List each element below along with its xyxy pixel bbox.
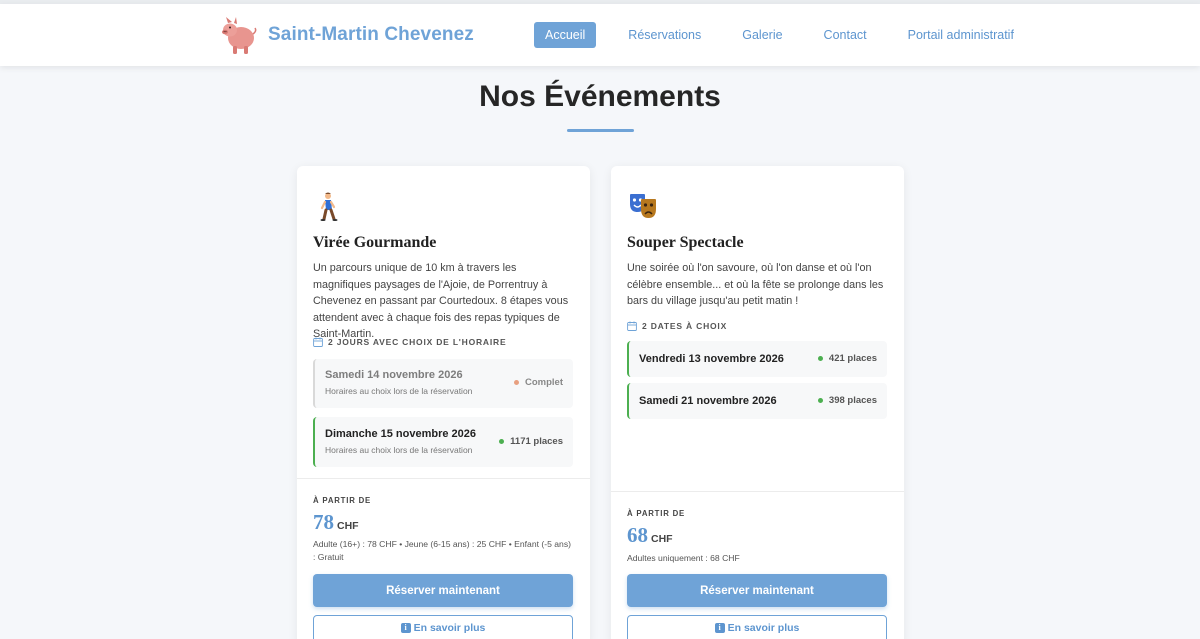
availability-text: 1171 places	[510, 436, 563, 447]
title-underline	[567, 129, 634, 132]
price-detail: Adulte (16+) : 78 CHF • Jeune (6-15 ans)…	[313, 539, 571, 562]
availability-text: Complet	[525, 377, 563, 388]
theater-masks-icon	[630, 194, 656, 218]
nav-contact[interactable]: Contact	[814, 22, 877, 48]
event-description: Une soirée où l'on savoure, où l'on dans…	[627, 262, 884, 307]
date-option-dimanche-15[interactable]: Dimanche 15 novembre 2026 Horaires au ch…	[313, 417, 573, 467]
book-now-button[interactable]: Réserver maintenant	[627, 574, 887, 607]
learn-more-label: En savoir plus	[727, 621, 800, 634]
from-label: À PARTIR DE	[313, 496, 372, 505]
from-label: À PARTIR DE	[627, 509, 686, 518]
walking-person-icon	[320, 192, 338, 221]
dates-label-text: 2 dates à choix	[642, 321, 728, 331]
price: 68 CHF	[627, 523, 673, 548]
nav-portail-administratif[interactable]: Portail administratif	[898, 22, 1024, 48]
calendar-icon	[313, 337, 323, 347]
price: 78 CHF	[313, 510, 359, 535]
learn-more-button[interactable]: i En savoir plus	[627, 615, 887, 639]
event-card-souper-spectacle: Souper Spectacle Une soirée où l'on savo…	[611, 166, 904, 639]
learn-more-button[interactable]: i En savoir plus	[313, 615, 573, 639]
nav-accueil[interactable]: Accueil	[534, 22, 597, 48]
date-option-vendredi-13[interactable]: Vendredi 13 novembre 2026 421 places	[627, 341, 887, 377]
availability-text: 421 places	[828, 353, 877, 364]
price-amount: 68	[627, 523, 648, 547]
site-header: Saint-Martin Chevenez Accueil Réservatio…	[0, 4, 1200, 66]
price-currency: CHF	[651, 533, 673, 545]
status-dot	[817, 398, 823, 403]
event-title: Souper Spectacle	[627, 234, 744, 251]
price-amount: 78	[313, 510, 334, 534]
availability-badge: 398 places	[817, 395, 877, 406]
dates-label-text: 2 jours avec choix de l'horaire	[328, 337, 507, 347]
info-icon: i	[400, 622, 411, 633]
main-nav: Accueil Réservations Galerie Contact Por…	[534, 22, 1045, 48]
event-title: Virée Gourmande	[313, 234, 437, 251]
event-description: Un parcours unique de 10 km à travers le…	[313, 262, 569, 340]
price-currency: CHF	[337, 520, 359, 532]
dates-label: 2 dates à choix	[627, 321, 727, 331]
card-divider	[297, 478, 590, 479]
calendar-icon	[627, 321, 637, 331]
brand-name: Saint-Martin Chevenez	[268, 24, 474, 45]
dates-label: 2 jours avec choix de l'horaire	[313, 337, 506, 347]
availability-badge: 1171 places	[499, 436, 563, 447]
pig-logo-icon	[222, 17, 257, 54]
date-option-samedi-14[interactable]: Samedi 14 novembre 2026 Horaires au choi…	[313, 359, 573, 408]
card-divider	[611, 491, 904, 492]
availability-text: 398 places	[828, 395, 877, 406]
date-option-samedi-21[interactable]: Samedi 21 novembre 2026 398 places	[627, 383, 887, 419]
event-card-viree-gourmande: Virée Gourmande Un parcours unique de 10…	[297, 166, 590, 639]
page-title: Nos Événements	[479, 80, 721, 113]
nav-galerie[interactable]: Galerie	[732, 22, 792, 48]
book-now-button[interactable]: Réserver maintenant	[313, 574, 573, 607]
status-dot	[817, 356, 823, 361]
availability-badge: 421 places	[817, 353, 877, 364]
info-icon: i	[714, 622, 725, 633]
nav-reservations[interactable]: Réservations	[618, 22, 711, 48]
status-dot	[499, 439, 505, 444]
learn-more-label: En savoir plus	[413, 621, 486, 634]
status-dot	[514, 380, 519, 385]
brand[interactable]: Saint-Martin Chevenez	[220, 14, 474, 56]
availability-badge: Complet	[514, 377, 563, 388]
price-detail: Adultes uniquement : 68 CHF	[627, 553, 740, 563]
